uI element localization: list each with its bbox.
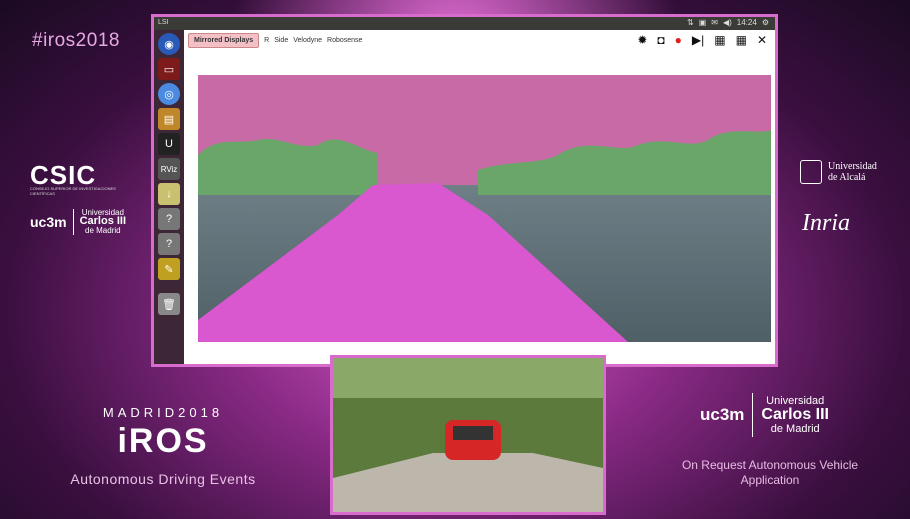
tab-robosense[interactable]: Robosense	[327, 37, 362, 44]
uc3m-names: Universidad Carlos III de Madrid	[80, 208, 126, 235]
divider-right	[752, 393, 754, 437]
tray: ⇅ ▣ ✉ ◀) 14:24 ⚙	[687, 18, 769, 27]
matlab-icon[interactable]: U	[158, 133, 180, 155]
installer-icon[interactable]: ↓	[158, 183, 180, 205]
segmentation-viewport[interactable]	[198, 75, 771, 342]
tab-r[interactable]: R	[264, 37, 269, 44]
chromium-icon[interactable]: ◎	[158, 83, 180, 105]
launcher: ◉ ▭ ◎ ▤ U RViz ↓ ? ? ✎ 🗑	[154, 30, 184, 364]
grid-alt-icon[interactable]: ▦	[736, 33, 747, 47]
help-icon[interactable]: ?	[158, 208, 180, 230]
uc3m-right-line2: Carlos III	[761, 405, 829, 423]
window-title: LSI	[158, 19, 169, 26]
record-icon[interactable]: ●	[675, 33, 682, 47]
event-location-year: MADRID2018	[102, 405, 224, 420]
toolbar-tools: ✹ ◘ ● ▶| ▦ ▦ ✕	[637, 33, 767, 47]
mirrored-displays-button[interactable]: Mirrored Displays	[188, 32, 260, 48]
inria-logo: Inria	[802, 210, 850, 236]
app-description: On Request Autonomous Vehicle Applicatio…	[681, 458, 859, 487]
mail-icon[interactable]: ✉	[711, 18, 718, 27]
clock[interactable]: 14:24	[737, 18, 757, 27]
alcala-logo: Universidad de Alcalá	[800, 160, 877, 184]
grid-icon[interactable]: ▦	[714, 33, 725, 47]
tab-velodyne[interactable]: Velodyne	[293, 37, 322, 44]
csic-subtitle: CONSEJO SUPERIOR DE INVESTIGACIONES CIEN…	[30, 186, 116, 196]
event-subtitle: Autonomous Driving Events	[70, 471, 256, 487]
iros-logo: iROS	[117, 422, 209, 460]
desktop-window: LSI ⇅ ▣ ✉ ◀) 14:24 ⚙ ◉ ▭ ◎ ▤ U RViz ↓ ? …	[151, 14, 778, 367]
uc3m-logo-right: uc3m Universidad Carlos III de Madrid	[700, 393, 829, 437]
uc3m-mark: uc3m	[30, 213, 67, 230]
settings-icon[interactable]: ⚙	[762, 18, 769, 27]
network-icon[interactable]: ⇅	[687, 18, 694, 27]
alcala-text: Universidad de Alcalá	[828, 161, 877, 183]
uc3m-logo-left: uc3m Universidad Carlos III de Madrid	[30, 208, 126, 235]
keyboard-icon[interactable]: ▣	[699, 18, 707, 27]
ubuntu-icon[interactable]: ◉	[158, 33, 180, 55]
external-camera-view	[330, 355, 606, 515]
help-icon-2[interactable]: ?	[158, 233, 180, 255]
toolbar: Mirrored Displays R Side Velodyne Robose…	[184, 30, 775, 50]
alcala-seal-icon	[800, 160, 822, 184]
files-icon[interactable]: ▤	[158, 108, 180, 130]
rviz-label: RViz	[160, 164, 178, 174]
road-segment	[198, 183, 628, 342]
top-panel: LSI ⇅ ▣ ✉ ◀) 14:24 ⚙	[154, 17, 775, 30]
uc3m-mark-right: uc3m	[700, 405, 745, 424]
uc3m-line3: de Madrid	[85, 226, 121, 235]
iros-event-block: MADRID2018 iROS Autonomous Driving Event…	[28, 405, 298, 487]
alcala-line2: de Alcalá	[828, 172, 866, 183]
editor-icon[interactable]: ✎	[158, 258, 180, 280]
hashtag: #iros2018	[32, 30, 120, 51]
uc3m-names-right: Universidad Carlos III de Madrid	[761, 395, 829, 436]
camera-scene	[333, 358, 603, 512]
camera-icon[interactable]: ◘	[657, 33, 664, 47]
tab-side[interactable]: Side	[274, 37, 288, 44]
volume-icon[interactable]: ◀)	[723, 18, 732, 27]
trash-icon[interactable]: 🗑	[158, 293, 180, 315]
terminal-icon[interactable]: ▭	[158, 58, 180, 80]
rviz-icon[interactable]: RViz	[158, 158, 180, 180]
step-forward-icon[interactable]: ▶|	[692, 33, 704, 47]
alcala-line1: Universidad	[828, 161, 877, 172]
divider	[72, 208, 74, 235]
uc3m-right-line3: de Madrid	[770, 422, 820, 435]
bug-icon[interactable]: ✹	[637, 33, 647, 47]
fullscreen-icon[interactable]: ✕	[757, 33, 767, 47]
